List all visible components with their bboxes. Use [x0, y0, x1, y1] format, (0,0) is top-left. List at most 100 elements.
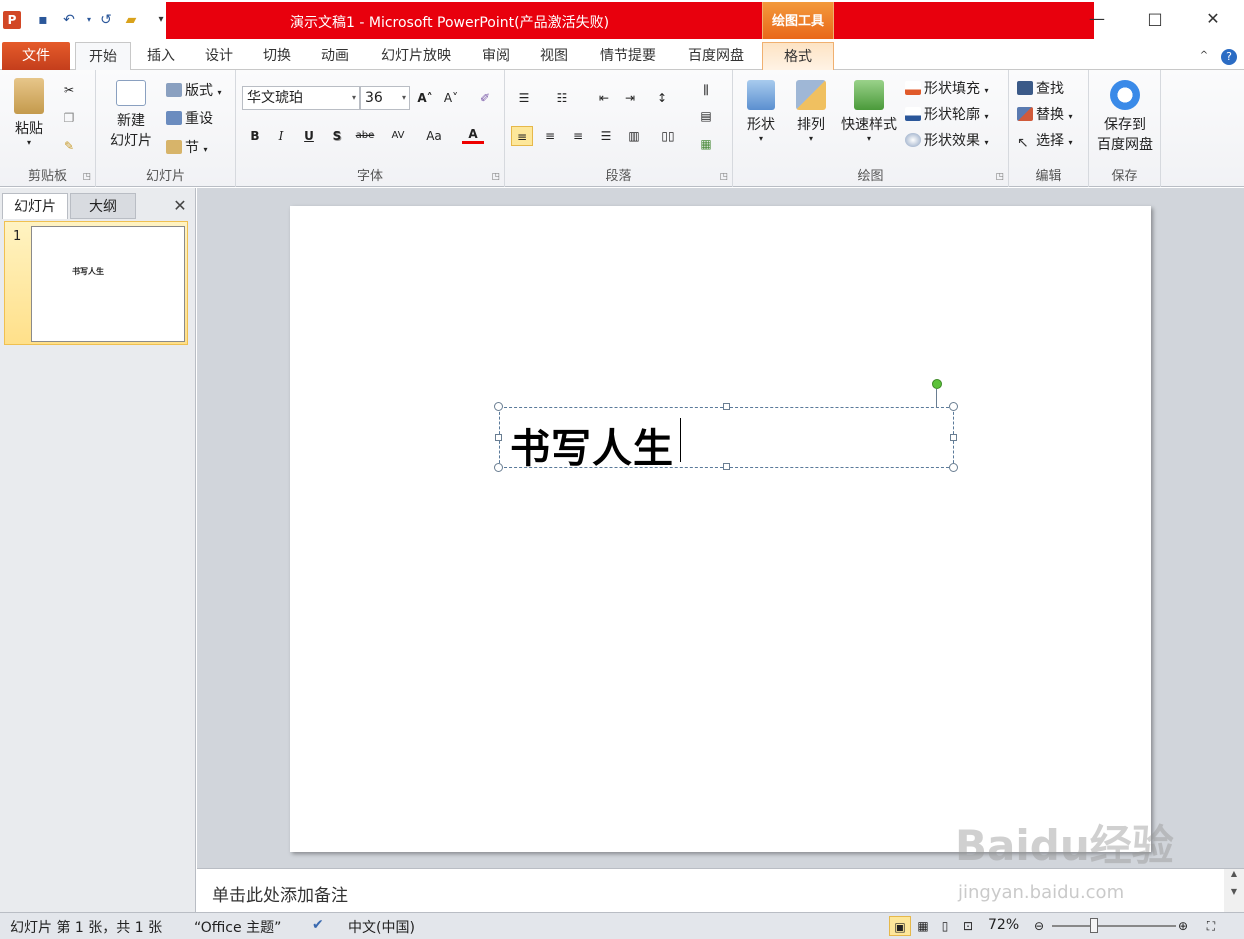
cut-icon[interactable]: ✂ — [58, 80, 80, 100]
font-size-combo[interactable]: 36 ▾ — [360, 86, 410, 110]
notes-placeholder[interactable]: 单击此处添加备注 — [212, 881, 348, 906]
powerpoint-icon[interactable]: P — [3, 11, 21, 29]
minimize-button[interactable]: — — [1068, 4, 1126, 34]
slide-canvas[interactable]: 书写人生 — [290, 206, 1151, 852]
tab-slideshow[interactable]: 幻灯片放映 — [370, 42, 462, 70]
zoom-level[interactable]: 72% — [988, 917, 1019, 933]
tab-insert[interactable]: 插入 — [137, 42, 185, 70]
slide-thumbnail-item[interactable]: 1 书写人生 — [4, 221, 188, 345]
normal-view-icon[interactable]: ▣ — [889, 916, 911, 936]
clear-format-icon[interactable]: ✐ — [474, 88, 496, 108]
bold-button[interactable]: B — [244, 126, 266, 146]
shadow-button[interactable]: S — [326, 126, 348, 146]
undo-icon[interactable]: ↶ — [60, 11, 78, 29]
justify-icon[interactable]: ☰ — [595, 126, 617, 146]
close-pane-icon[interactable]: ✕ — [170, 193, 190, 219]
arrange-button[interactable]: 排列 ▾ — [789, 80, 833, 143]
slide-thumbnail[interactable]: 书写人生 — [31, 226, 185, 342]
shape-effects-button[interactable]: 形状效果 ▾ — [905, 130, 988, 150]
find-button[interactable]: 查找 — [1017, 78, 1064, 98]
tab-view[interactable]: 视图 — [530, 42, 578, 70]
save-to-baidu-button[interactable]: 保存到 百度网盘 — [1093, 80, 1157, 154]
tab-home[interactable]: 开始 — [75, 42, 131, 71]
replace-button[interactable]: 替换 ▾ — [1017, 104, 1072, 124]
drawing-launcher-icon[interactable]: ◳ — [995, 172, 1004, 182]
zoom-in-icon[interactable]: ⊕ — [1172, 916, 1194, 936]
close-button[interactable]: ✕ — [1184, 4, 1242, 34]
align-center-icon[interactable]: ≡ — [539, 126, 561, 146]
decrease-indent-icon[interactable]: ⇤ — [593, 88, 615, 108]
quick-styles-button[interactable]: 快速样式 ▾ — [837, 80, 901, 143]
notes-scrollbar[interactable]: ▲ ▼ — [1224, 869, 1244, 913]
redo-icon[interactable]: ↺ — [97, 11, 115, 29]
tab-outline-pane[interactable]: 大纲 — [70, 193, 136, 219]
font-name-combo[interactable]: 华文琥珀 ▾ — [242, 86, 360, 110]
resize-handle-left[interactable] — [495, 434, 502, 441]
font-color-button[interactable]: A — [462, 124, 484, 144]
zoom-slider-track[interactable] — [1052, 925, 1176, 927]
shapes-button[interactable]: 形状 ▾ — [739, 80, 783, 143]
zoom-slider-thumb[interactable] — [1090, 918, 1098, 933]
tab-slides-pane[interactable]: 幻灯片 — [2, 193, 68, 219]
shape-outline-button[interactable]: 形状轮廓 ▾ — [905, 104, 988, 124]
section-button[interactable]: 节 ▾ — [166, 137, 207, 157]
shrink-font-icon[interactable]: A˅ — [440, 88, 462, 108]
format-painter-icon[interactable]: ✎ — [58, 136, 80, 156]
language-status[interactable]: 中文(中国) — [348, 917, 415, 937]
bullets-icon[interactable]: ☰ — [513, 88, 535, 108]
tab-storyboard[interactable]: 情节提要 — [590, 42, 666, 70]
tab-baidu-netdisk[interactable]: 百度网盘 — [678, 42, 754, 70]
textbox-content[interactable]: 书写人生 — [510, 416, 674, 474]
text-direction-icon[interactable]: ⫼ — [695, 80, 717, 100]
char-spacing-button[interactable]: AV — [384, 126, 412, 146]
rotation-handle[interactable] — [932, 379, 942, 389]
columns-icon[interactable]: ▯▯ — [657, 126, 679, 146]
increase-indent-icon[interactable]: ⇥ — [619, 88, 641, 108]
underline-button[interactable]: U — [298, 126, 320, 146]
paragraph-launcher-icon[interactable]: ◳ — [719, 172, 728, 182]
tab-design[interactable]: 设计 — [195, 42, 243, 70]
slide-sorter-icon[interactable]: ▦ — [912, 916, 934, 936]
copy-icon[interactable]: ❐ — [58, 108, 80, 128]
clipboard-launcher-icon[interactable]: ◳ — [82, 172, 91, 182]
new-slide-button[interactable]: 新建 幻灯片 — [102, 80, 160, 150]
tab-review[interactable]: 审阅 — [472, 42, 520, 70]
help-icon[interactable]: ? — [1220, 42, 1238, 70]
resize-handle-tr[interactable] — [949, 402, 958, 411]
numbering-icon[interactable]: ☷ — [551, 88, 573, 108]
smartart-icon[interactable]: ▦ — [695, 134, 717, 154]
resize-handle-top[interactable] — [723, 403, 730, 410]
strikethrough-button[interactable]: abe — [354, 126, 376, 146]
resize-handle-right[interactable] — [950, 434, 957, 441]
zoom-out-icon[interactable]: ⊖ — [1028, 916, 1050, 936]
align-left-button[interactable]: ≡ — [511, 126, 533, 146]
resize-handle-bottom[interactable] — [723, 463, 730, 470]
undo-dropdown-icon[interactable]: ▾ — [80, 11, 98, 29]
tab-format[interactable]: 格式 — [762, 42, 834, 70]
tab-transitions[interactable]: 切换 — [253, 42, 301, 70]
reset-button[interactable]: 重设 — [166, 108, 213, 128]
open-folder-icon[interactable]: ▰ — [122, 11, 140, 29]
change-case-button[interactable]: Aa — [420, 126, 448, 146]
align-right-icon[interactable]: ≡ — [567, 126, 589, 146]
distribute-icon[interactable]: ▥ — [623, 126, 645, 146]
resize-handle-br[interactable] — [949, 463, 958, 472]
minimize-ribbon-icon[interactable]: ^ — [1196, 42, 1212, 70]
resize-handle-tl[interactable] — [494, 402, 503, 411]
paste-button[interactable]: 粘贴 ▾ — [8, 78, 50, 147]
selected-textbox[interactable]: 书写人生 — [494, 379, 958, 472]
maximize-button[interactable]: □ — [1126, 4, 1184, 34]
shape-fill-button[interactable]: 形状填充 ▾ — [905, 78, 988, 98]
select-button[interactable]: ↖ 选择 ▾ — [1017, 130, 1072, 151]
grow-font-icon[interactable]: A˄ — [414, 88, 436, 108]
resize-handle-bl[interactable] — [494, 463, 503, 472]
italic-button[interactable]: I — [270, 126, 292, 146]
theme-status[interactable]: “Office 主题” — [194, 917, 281, 937]
align-text-icon[interactable]: ▤ — [695, 106, 717, 126]
tab-animations[interactable]: 动画 — [311, 42, 359, 70]
save-icon[interactable]: ▪ — [34, 11, 52, 29]
spellcheck-icon[interactable]: ✔ — [312, 917, 324, 933]
slideshow-view-icon[interactable]: ⊡ — [957, 916, 979, 936]
line-spacing-icon[interactable]: ↕ — [651, 88, 673, 108]
tab-file[interactable]: 文件 — [2, 42, 70, 70]
